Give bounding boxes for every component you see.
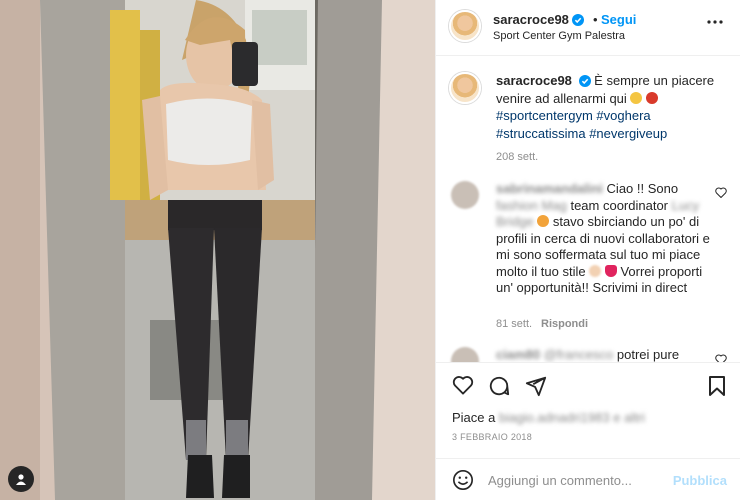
comment-like-icon[interactable] (715, 354, 727, 362)
header-separator: • (593, 12, 598, 27)
comment-input[interactable] (488, 470, 668, 490)
publish-button[interactable]: Pubblica (673, 473, 727, 488)
likes-summary[interactable]: Piace a biagio.adnadri1983 e altri (452, 410, 645, 425)
heart-eyes-emoji-icon (537, 215, 550, 227)
caption-avatar[interactable] (449, 72, 481, 104)
follow-button[interactable]: Segui (601, 12, 636, 27)
caption-hashtags[interactable]: #sportcentergym #voghera #struccatissima… (496, 108, 667, 141)
location-link[interactable]: Sport Center Gym Palestra (493, 30, 625, 42)
heart-icon[interactable] (452, 375, 474, 395)
comments-section[interactable]: saracroce98 È sempre un piacere venire a… (436, 57, 740, 362)
author-username-container[interactable]: saracroce98 (493, 12, 584, 27)
post-side-panel: saracroce98 • Segui Sport Center Gym Pal… (435, 0, 740, 500)
author-avatar[interactable] (449, 10, 481, 42)
caption-timestamp[interactable]: 208 sett. (496, 151, 538, 163)
comment-mention[interactable]: @francesco (544, 347, 614, 362)
comment-blurred-part: fashion Mag (496, 197, 567, 213)
commenter-avatar[interactable] (451, 181, 479, 209)
post-actions (436, 362, 740, 410)
comment-text-part: potrei pure (616, 347, 680, 362)
likes-user[interactable]: biagio.adnadri1983 (499, 410, 610, 425)
hands-emoji-icon (589, 264, 602, 277)
caption: saracroce98 È sempre un piacere venire a… (496, 72, 726, 142)
post-photo[interactable] (0, 0, 435, 500)
verified-badge-icon (571, 14, 584, 26)
more-horizontal-icon[interactable] (707, 20, 723, 24)
comment: ciam80 @francesco potrei pure (496, 347, 726, 362)
likes-prefix: Piace a (452, 410, 496, 425)
caption-username[interactable]: saracroce98 (496, 73, 572, 88)
post-date[interactable]: 3 FEBBRAIO 2018 (452, 432, 532, 442)
share-icon[interactable] (525, 375, 547, 397)
emoji-icon[interactable] (452, 469, 474, 491)
comment-username[interactable]: sabrinamandalini (496, 181, 603, 196)
bookmark-icon[interactable] (708, 375, 726, 397)
comment-timestamp[interactable]: 81 sett. (496, 318, 532, 330)
comment-like-icon[interactable] (715, 187, 727, 198)
verified-badge-icon (578, 75, 591, 87)
comment-text-part: Ciao !! Sono (606, 181, 679, 196)
gym-mirror-selfie-image (0, 0, 435, 500)
rose-emoji-icon (646, 91, 659, 104)
flexed-biceps-emoji-icon (630, 91, 643, 104)
likes-others[interactable]: e altri (613, 410, 645, 425)
commenter-avatar[interactable] (451, 347, 479, 362)
add-comment-bar: Pubblica (436, 458, 740, 500)
reply-button[interactable]: Rispondi (541, 318, 588, 330)
comment: sabrinamandalini Ciao !! Sono fashion Ma… (496, 181, 718, 297)
post-header: saracroce98 • Segui Sport Center Gym Pal… (436, 0, 740, 56)
heart-emoji-icon (604, 264, 617, 277)
comment-text-part: team coordinator (570, 197, 669, 213)
comment-username[interactable]: ciam80 (496, 347, 540, 362)
tagged-user-icon[interactable] (8, 466, 34, 492)
comment-icon[interactable] (488, 375, 510, 397)
author-username[interactable]: saracroce98 (493, 12, 569, 27)
